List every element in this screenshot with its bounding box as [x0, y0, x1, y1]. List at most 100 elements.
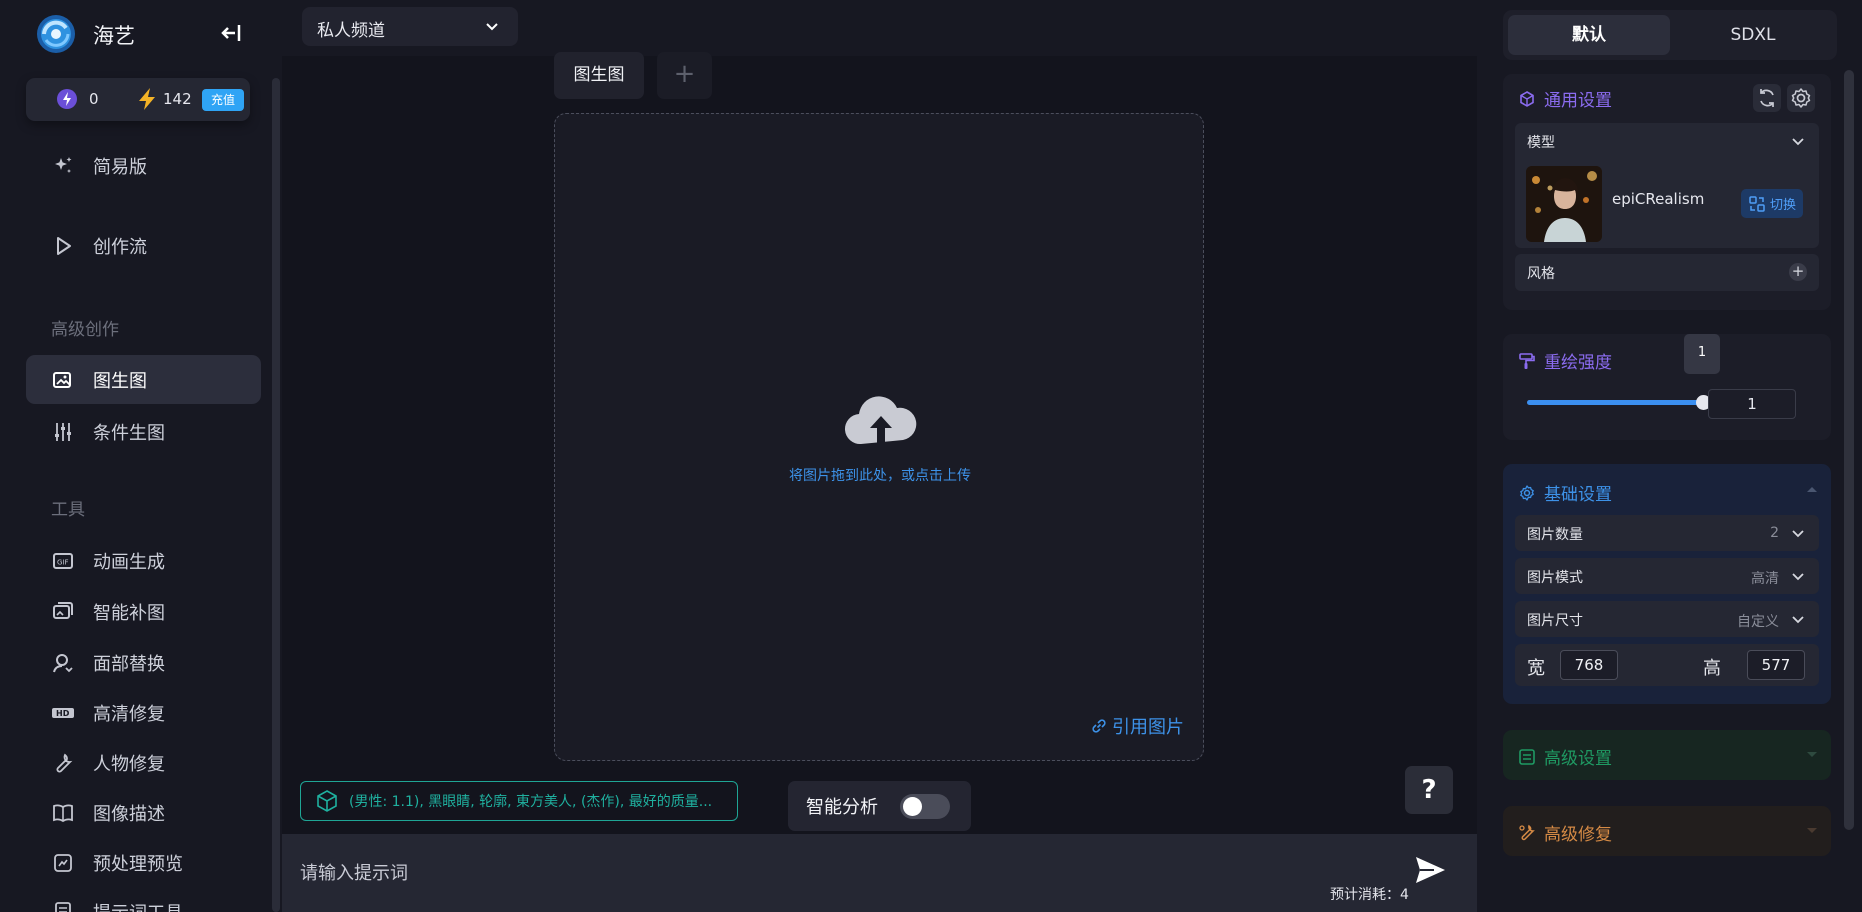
advanced-repair-title: 高级修复	[1518, 820, 1612, 845]
expand-icon[interactable]	[1805, 824, 1819, 838]
expand-icon[interactable]	[1805, 748, 1819, 762]
nav-label: 面部替换	[93, 653, 165, 675]
image-mode-value: 高清	[1751, 571, 1779, 587]
nav-item-simple[interactable]: 简易版	[26, 141, 261, 190]
nav-item-hd-repair[interactable]: HD 高清修复	[26, 688, 261, 737]
image-mode-row[interactable]: 图片模式 高清	[1515, 558, 1819, 594]
wrench-icon	[51, 751, 75, 775]
prompt-suggestion-text: (男性: 1.1), 黑眼睛, 轮廓, 東方美人, (杰作), 最好的质量...	[349, 794, 713, 810]
nav-item-animation[interactable]: GIF 动画生成	[26, 536, 261, 585]
chevron-down-icon[interactable]	[1789, 132, 1807, 150]
section-tools: 工具	[51, 500, 85, 520]
nav-label: 人物修复	[93, 753, 165, 775]
nav-label: 智能补图	[93, 602, 165, 624]
height-input[interactable]: 577	[1747, 650, 1805, 680]
link-icon	[1092, 719, 1106, 733]
face-icon	[51, 651, 75, 675]
nav-item-image-describe[interactable]: 图像描述	[26, 788, 261, 837]
general-settings-title[interactable]: 通用设置	[1518, 86, 1612, 111]
advanced-settings-card[interactable]: 高级设置	[1503, 730, 1831, 780]
tab-default[interactable]: 默认	[1508, 15, 1670, 55]
upload-dropzone[interactable]: 将图片拖到此处，或点击上传 引用图片	[554, 113, 1204, 761]
add-tab-button[interactable]: +	[657, 52, 712, 99]
prompt-tool-icon	[51, 900, 75, 912]
nav-item-prompt-tool[interactable]: 提示词工具	[26, 887, 261, 912]
basic-settings-title[interactable]: 基础设置	[1518, 480, 1612, 505]
gear-icon	[1791, 88, 1811, 108]
model-card: 模型 epiCRealism 切换	[1515, 123, 1819, 248]
model-name: epiCRealism	[1612, 190, 1705, 208]
image-size-row[interactable]: 图片尺寸 自定义	[1515, 601, 1819, 637]
nav-label: 条件生图	[93, 422, 165, 444]
reference-image-label: 引用图片	[1112, 717, 1184, 738]
nav-item-img2img[interactable]: 图生图	[26, 355, 261, 404]
smart-analysis-label: 智能分析	[806, 797, 878, 818]
channel-label: 私人频道	[317, 21, 385, 41]
image-count-row[interactable]: 图片数量 2	[1515, 515, 1819, 551]
upload-hint: 将图片拖到此处，或点击上传	[789, 468, 971, 484]
advanced-repair-card[interactable]: 高级修复	[1503, 806, 1831, 856]
sidebar-scrollbar[interactable]	[272, 78, 280, 912]
basic-settings-card: 基础设置 图片数量 2 图片模式 高清 图片尺寸 自定义 宽 768 高 577	[1503, 464, 1831, 704]
energy-count: 0	[89, 90, 99, 108]
settings-panel: 默认 SDXL 通用设置 模型 epiCRealism 切换 风格 + 重绘强度…	[1477, 0, 1862, 912]
add-style-icon[interactable]: +	[1789, 263, 1807, 281]
width-input[interactable]: 768	[1560, 650, 1618, 680]
mode-tabs: 默认 SDXL	[1503, 10, 1837, 60]
help-button[interactable]: ?	[1405, 766, 1453, 814]
collapse-icon[interactable]	[1805, 482, 1819, 496]
paint-roller-icon	[1519, 352, 1535, 369]
basic-settings-label: 基础设置	[1544, 485, 1612, 505]
nav-item-person-repair[interactable]: 人物修复	[26, 738, 261, 787]
send-icon[interactable]	[1412, 852, 1448, 888]
tab-sdxl[interactable]: SDXL	[1674, 15, 1832, 55]
top-bar: 私人频道	[282, 0, 1477, 56]
channel-select[interactable]: 私人频道	[302, 7, 518, 46]
refresh-icon	[1760, 89, 1774, 107]
nav-item-face-swap[interactable]: 面部替换	[26, 638, 261, 687]
redraw-tooltip: 1	[1684, 334, 1720, 374]
nav-label: 提示词工具	[93, 899, 183, 912]
preview-icon	[51, 851, 75, 875]
estimated-cost: 预计消耗：4	[1330, 887, 1409, 903]
nav-label: 图生图	[93, 370, 147, 392]
image-size-label: 图片尺寸	[1527, 613, 1583, 629]
collapse-sidebar-icon[interactable]	[218, 20, 244, 46]
nav-label: 高清修复	[93, 703, 165, 725]
image-mode-label: 图片模式	[1527, 570, 1583, 586]
style-row[interactable]: 风格 +	[1515, 254, 1819, 291]
play-icon	[51, 234, 75, 258]
cube-icon	[317, 790, 337, 812]
brand-name: 海艺	[93, 24, 135, 48]
nav-label: 图像描述	[93, 803, 165, 825]
redraw-value-input[interactable]: 1	[1708, 389, 1796, 419]
general-settings-label: 通用设置	[1544, 91, 1612, 111]
nav-item-inpaint[interactable]: 智能补图	[26, 587, 261, 636]
reference-image-link[interactable]: 引用图片	[1090, 713, 1184, 739]
switch-model-button[interactable]: 切换	[1741, 189, 1803, 218]
recharge-button[interactable]: 充值	[202, 89, 244, 111]
app-window: 海艺 0 142 充值 简易版 创作流 高级创作 图生图 条件生图 工具 GIF…	[0, 0, 1862, 912]
nav-item-workflow[interactable]: 创作流	[26, 221, 261, 270]
tab-img2img[interactable]: 图生图	[554, 52, 644, 99]
nav-label: 动画生成	[93, 551, 165, 573]
panel-scrollbar[interactable]	[1844, 70, 1854, 830]
height-label: 高	[1703, 658, 1721, 679]
settings-button[interactable]	[1787, 84, 1815, 112]
sliders-icon	[51, 420, 75, 444]
nav-item-conditional[interactable]: 条件生图	[26, 407, 261, 456]
image-edit-icon	[51, 368, 75, 392]
nav-label: 简易版	[93, 156, 147, 178]
dimension-row: 宽 768 高 577	[1515, 644, 1819, 686]
refresh-button[interactable]	[1753, 84, 1781, 112]
brand-logo[interactable]	[36, 14, 76, 54]
switch-model-label: 切换	[1770, 198, 1797, 213]
smart-analysis-toggle[interactable]	[900, 794, 950, 819]
prompt-input[interactable]	[300, 856, 1400, 890]
gif-icon: GIF	[51, 549, 75, 573]
nav-item-preprocess[interactable]: 预处理预览	[26, 838, 261, 887]
model-thumbnail[interactable]	[1526, 166, 1602, 242]
hd-icon: HD	[51, 701, 75, 725]
redraw-slider[interactable]	[1527, 395, 1711, 410]
prompt-suggestion-tag[interactable]: (男性: 1.1), 黑眼睛, 轮廓, 東方美人, (杰作), 最好的质量...	[300, 781, 738, 821]
